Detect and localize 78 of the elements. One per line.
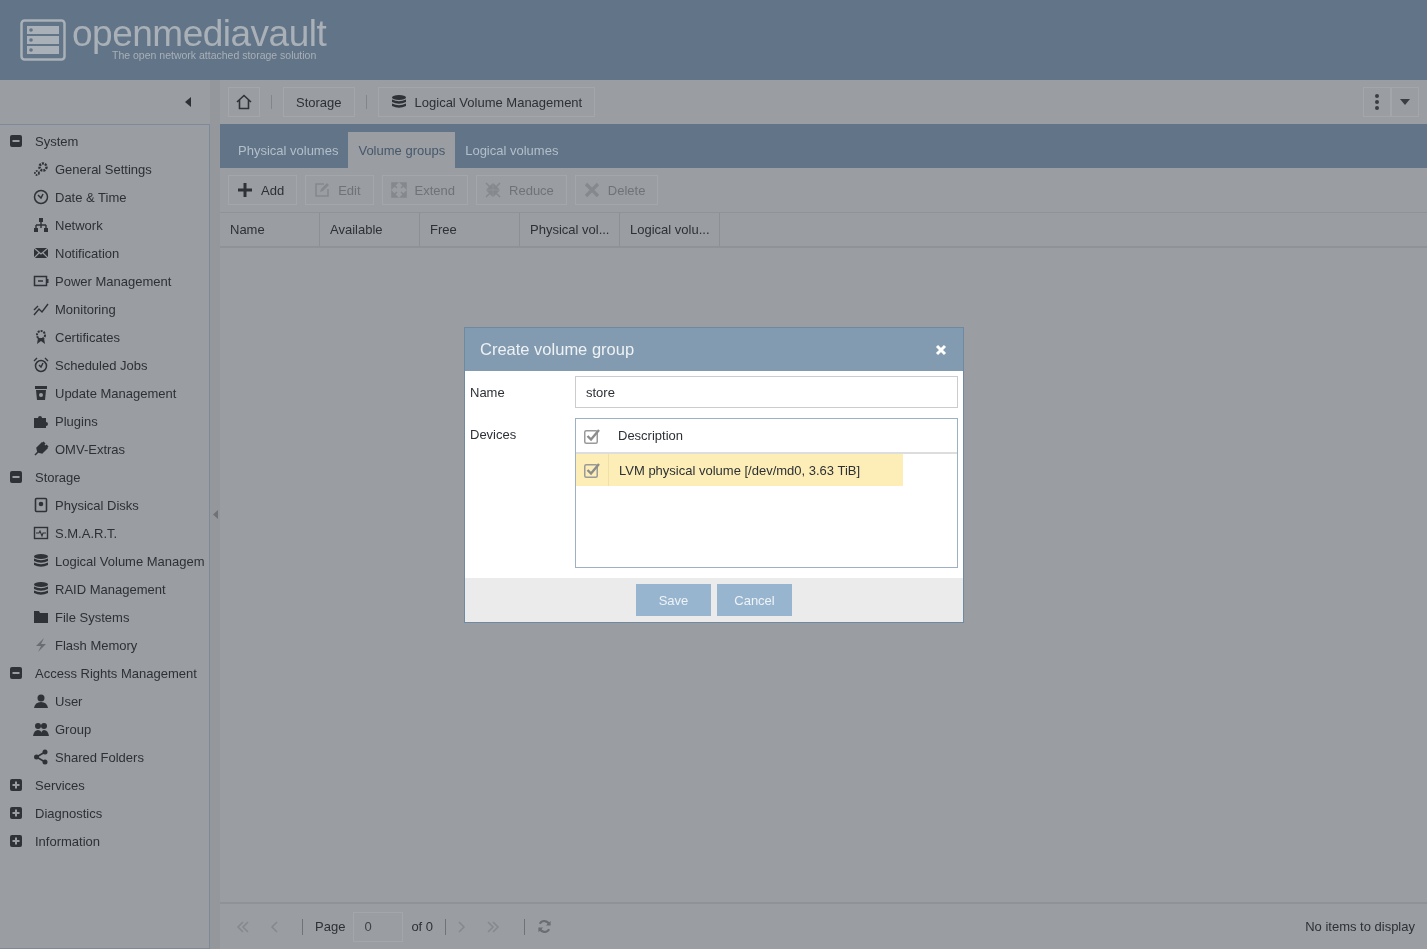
user-icon bbox=[33, 693, 49, 709]
dropdown-button[interactable] bbox=[1391, 87, 1419, 117]
navigation-item[interactable]: User bbox=[0, 687, 209, 715]
more-menu-button[interactable] bbox=[1363, 87, 1391, 117]
tab[interactable]: Physical volumes bbox=[228, 132, 349, 168]
database-icon bbox=[390, 94, 407, 110]
checked-checkbox[interactable] bbox=[584, 462, 600, 478]
navigation-item[interactable]: Shared Folders bbox=[0, 743, 209, 771]
navigation-item[interactable]: Network bbox=[0, 211, 209, 239]
navigation-item[interactable]: Monitoring bbox=[0, 295, 209, 323]
navigation-item[interactable]: Scheduled Jobs bbox=[0, 351, 209, 379]
navigation-item[interactable]: S.M.A.R.T. bbox=[0, 519, 209, 547]
share-icon bbox=[33, 749, 49, 765]
navigation-item[interactable]: File Systems bbox=[0, 603, 209, 631]
navigation-group[interactable]: System bbox=[0, 127, 209, 155]
navigation-item[interactable]: Plugins bbox=[0, 407, 209, 435]
navigation-item[interactable]: Flash Memory bbox=[0, 631, 209, 659]
navigation-group[interactable]: Services bbox=[0, 771, 209, 799]
tab[interactable]: Logical volumes bbox=[455, 132, 569, 168]
navigation-group[interactable]: Diagnostics bbox=[0, 799, 209, 827]
database-icon bbox=[33, 553, 49, 569]
navigation-item[interactable]: Logical Volume Managem bbox=[0, 547, 209, 575]
breadcrumb-item[interactable]: Storage bbox=[283, 87, 355, 117]
device-row[interactable]: LVM physical volume [/dev/md0, 3.63 TiB] bbox=[576, 454, 903, 486]
folder-icon bbox=[33, 609, 49, 625]
navigation-item[interactable]: Update Management bbox=[0, 379, 209, 407]
column-header[interactable]: Physical vol... bbox=[520, 213, 620, 246]
vertical-dots-icon bbox=[1375, 94, 1379, 110]
navigation-item[interactable]: RAID Management bbox=[0, 575, 209, 603]
network-icon bbox=[33, 217, 49, 233]
plus-icon bbox=[237, 182, 253, 198]
alarm-clock-icon bbox=[33, 357, 49, 373]
navigation-item[interactable]: General Settings bbox=[0, 155, 209, 183]
puzzle-icon bbox=[33, 413, 49, 429]
trash-icon bbox=[33, 385, 49, 401]
close-icon[interactable] bbox=[935, 343, 947, 356]
plug-icon bbox=[33, 441, 49, 457]
navigation-item[interactable]: Group bbox=[0, 715, 209, 743]
collapse-icon[interactable] bbox=[185, 97, 191, 107]
breadcrumb-item[interactable]: Logical Volume Management bbox=[377, 87, 596, 117]
server-logo-icon bbox=[20, 19, 66, 61]
tab[interactable]: Volume groups bbox=[348, 132, 456, 168]
power-plug-icon bbox=[33, 273, 49, 289]
navigation-item[interactable]: Physical Disks bbox=[0, 491, 209, 519]
navigation-item[interactable]: Certificates bbox=[0, 323, 209, 351]
navigation-item[interactable]: Date & Time bbox=[0, 183, 209, 211]
dialog-title: Create volume group bbox=[480, 340, 635, 359]
toolbar-button[interactable]: Add bbox=[228, 175, 298, 205]
home-button[interactable] bbox=[228, 87, 260, 117]
column-header[interactable]: Logical volu... bbox=[620, 213, 720, 246]
users-icon bbox=[33, 721, 49, 737]
award-icon bbox=[33, 329, 49, 345]
navigation-item[interactable]: Power Management bbox=[0, 267, 209, 295]
devices-label: Devices bbox=[470, 426, 518, 442]
line-chart-icon bbox=[33, 301, 49, 317]
name-field[interactable]: store bbox=[575, 376, 958, 408]
database-icon bbox=[33, 581, 49, 597]
logo-text: openmediavault bbox=[72, 15, 327, 53]
column-header[interactable]: Available bbox=[320, 213, 420, 246]
home-icon bbox=[236, 94, 252, 110]
column-header[interactable]: Name bbox=[220, 213, 320, 246]
name-label: Name bbox=[470, 384, 506, 400]
navigation-group[interactable]: Information bbox=[0, 827, 209, 855]
pager-status: No items to display bbox=[1305, 919, 1415, 934]
clock-icon bbox=[33, 189, 49, 205]
navigation-group[interactable]: Access Rights Management bbox=[0, 659, 209, 687]
navigation-item[interactable]: Notification bbox=[0, 239, 209, 267]
checked-checkbox[interactable] bbox=[584, 427, 600, 444]
column-header[interactable]: Description bbox=[608, 428, 684, 443]
page-count-label: of 0 bbox=[411, 919, 434, 934]
envelope-icon bbox=[33, 245, 49, 261]
splitter-handle[interactable] bbox=[210, 80, 220, 949]
navigation-item[interactable]: OMV-Extras bbox=[0, 435, 209, 463]
column-header[interactable]: Free bbox=[420, 213, 520, 246]
monitor-graph-icon bbox=[33, 525, 49, 541]
navigation-group[interactable]: Storage bbox=[0, 463, 209, 491]
caret-icon bbox=[1400, 99, 1410, 105]
page-label: Page bbox=[315, 919, 346, 934]
